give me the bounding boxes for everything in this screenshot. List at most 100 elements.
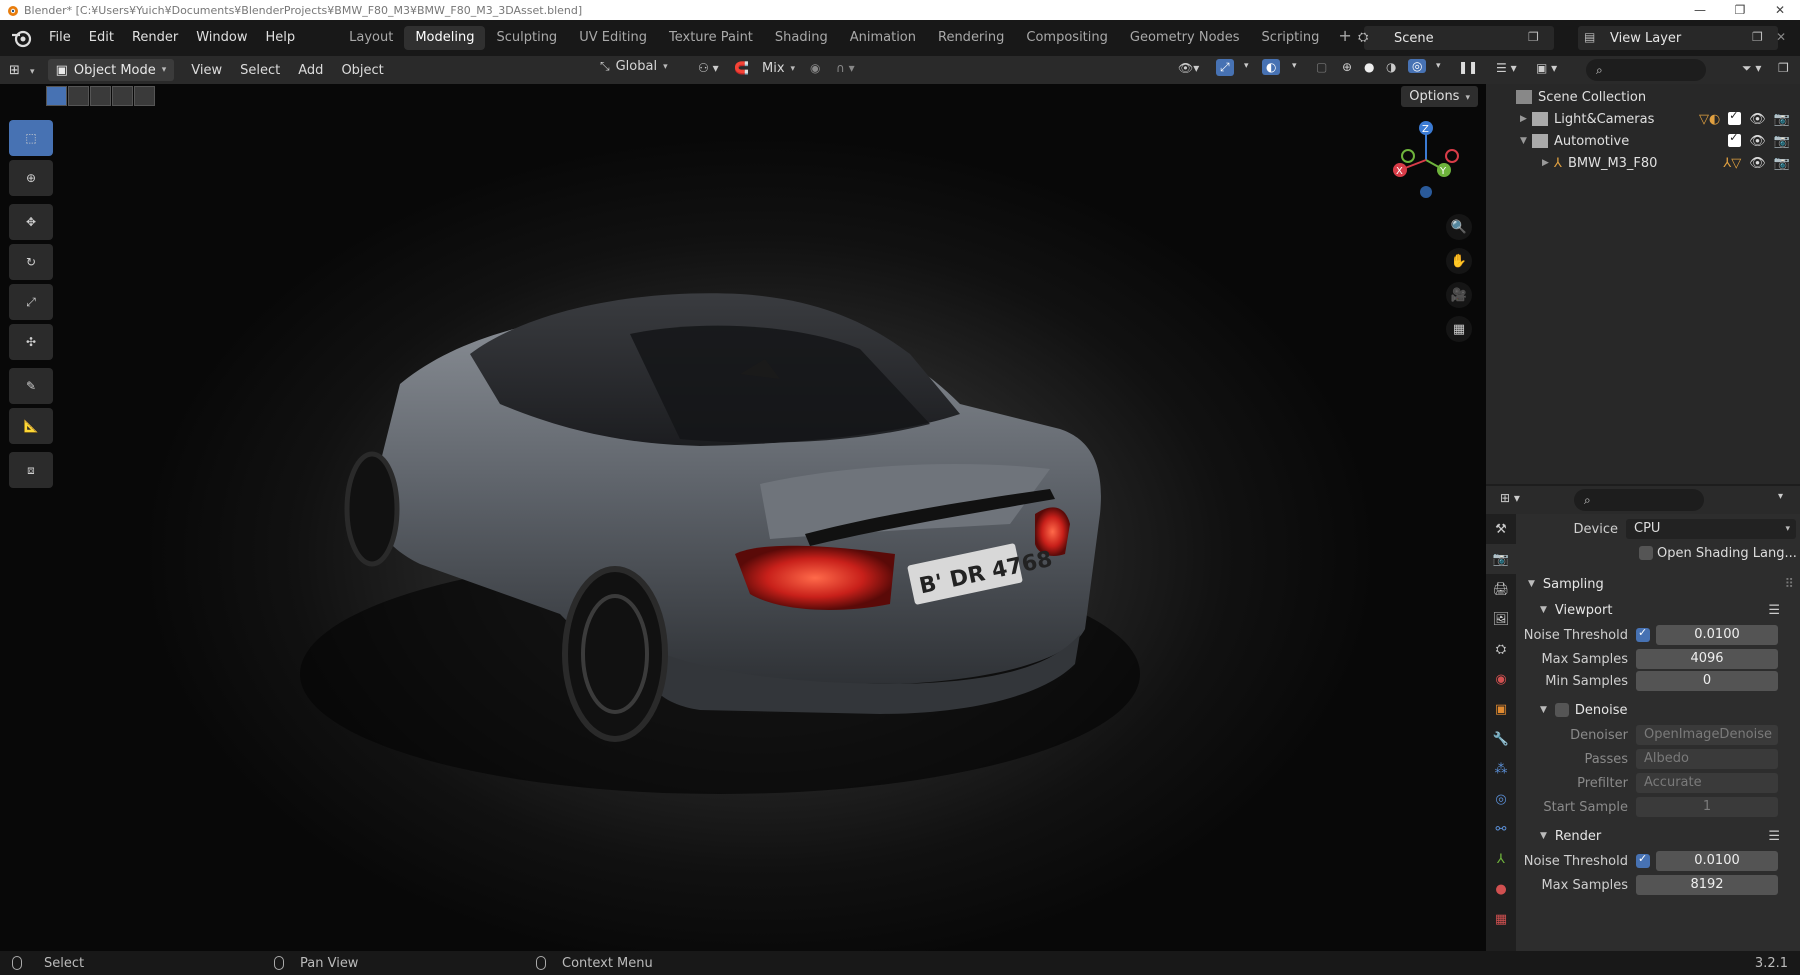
shading-dropdown-icon[interactable]: ▾ xyxy=(1436,61,1441,71)
pause-render-icon[interactable]: ❚❚ xyxy=(1458,60,1478,74)
menu-edit[interactable]: Edit xyxy=(80,20,123,56)
camera-view-icon[interactable]: 🎥 xyxy=(1446,282,1472,308)
add-cube-tool-icon[interactable]: ⧈ xyxy=(9,452,53,488)
camera-render-icon[interactable]: 📷 xyxy=(1774,134,1790,149)
options-dropdown[interactable]: Options ▾ xyxy=(1401,86,1478,107)
prefilter-dropdown[interactable]: Accurate xyxy=(1636,773,1778,793)
tab-shading[interactable]: Shading xyxy=(764,26,839,50)
tab-uv-editing[interactable]: UV Editing xyxy=(568,26,658,50)
rendered-shading-icon[interactable]: ◎ xyxy=(1408,59,1427,73)
transform-orientation[interactable]: ⤡ Global ▾ xyxy=(600,59,668,74)
cursor-tool-icon[interactable]: ⊕ xyxy=(9,160,53,196)
menu-object[interactable]: Object xyxy=(332,63,392,78)
snap-mode[interactable]: Mix ▾ xyxy=(762,61,795,76)
add-workspace-icon[interactable]: + xyxy=(1330,26,1359,50)
perspective-grid-icon[interactable]: ▦ xyxy=(1446,316,1472,342)
outliner-editor-icon[interactable]: ☰ ▾ xyxy=(1496,61,1517,75)
zoom-icon[interactable]: 🔍 xyxy=(1446,214,1472,240)
proportional-edit-icon[interactable]: ◉ xyxy=(810,61,820,75)
pan-hand-icon[interactable]: ✋ xyxy=(1446,248,1472,274)
select-extend-icon[interactable] xyxy=(68,86,89,106)
tab-geometry-nodes[interactable]: Geometry Nodes xyxy=(1119,26,1251,50)
denoiser-dropdown[interactable]: OpenImageDenoise xyxy=(1636,725,1778,745)
select-box-tool-icon[interactable]: ⬚ xyxy=(9,120,53,156)
tab-animation[interactable]: Animation xyxy=(839,26,927,50)
camera-render-icon[interactable]: 📷 xyxy=(1774,112,1790,127)
filter-icon[interactable]: ⏷ ▾ xyxy=(1742,61,1761,76)
scene-browse-icon[interactable]: ⛭ xyxy=(1358,30,1368,45)
max-samples-field[interactable]: 4096 xyxy=(1636,649,1778,669)
presets-icon[interactable]: ☰ xyxy=(1768,603,1780,618)
render-tab-icon[interactable]: 📷 xyxy=(1486,544,1516,574)
tab-texture-paint[interactable]: Texture Paint xyxy=(658,26,764,50)
move-tool-icon[interactable]: ✥ xyxy=(9,204,53,240)
tab-layout[interactable]: Layout xyxy=(338,26,404,50)
camera-render-icon[interactable]: 📷 xyxy=(1774,156,1790,171)
view-layer-icon[interactable]: ▤ xyxy=(1584,30,1595,44)
gizmo-dropdown-icon[interactable]: ▾ xyxy=(1244,61,1249,71)
properties-editor-icon[interactable]: ⊞ ▾ xyxy=(1500,491,1520,505)
texture-tab-icon[interactable]: ▦ xyxy=(1486,904,1516,934)
visibility-icon[interactable]: 👁▾ xyxy=(1178,61,1199,75)
denoise-subpanel-header[interactable]: ▼ Denoise xyxy=(1516,697,1800,723)
select-subtract-icon[interactable] xyxy=(90,86,111,106)
expand-arrow-icon[interactable]: ▶ xyxy=(1542,158,1554,168)
scene-tab-icon[interactable]: ⛭ xyxy=(1486,634,1516,664)
osl-checkbox[interactable] xyxy=(1639,546,1653,560)
denoise-checkbox[interactable] xyxy=(1554,703,1569,717)
overlay-icon[interactable]: ◐ xyxy=(1262,59,1281,75)
view-layer-tab-icon[interactable]: 🖼 xyxy=(1486,604,1516,634)
properties-search-input[interactable]: ⌕ xyxy=(1574,489,1704,511)
outliner-row-automotive[interactable]: ▼ Automotive 👁 📷 xyxy=(1486,130,1800,152)
xray-icon[interactable]: ▢ xyxy=(1316,60,1327,74)
navigation-gizmo[interactable]: Z Y X xyxy=(1386,120,1466,200)
new-collection-icon[interactable]: ❐ xyxy=(1778,61,1789,75)
measure-tool-icon[interactable]: 📐 xyxy=(9,408,53,444)
render-subpanel-header[interactable]: ▼ Render ☰ xyxy=(1516,823,1800,849)
data-tab-icon[interactable]: ⅄ xyxy=(1486,844,1516,874)
view-layer-selector[interactable]: View Layer xyxy=(1578,26,1778,50)
eye-icon[interactable]: 👁 xyxy=(1749,112,1766,127)
minimize-icon[interactable]: — xyxy=(1680,0,1720,20)
tab-compositing[interactable]: Compositing xyxy=(1015,26,1119,50)
tool-tab-icon[interactable]: ⚒ xyxy=(1486,514,1516,544)
drag-handle-icon[interactable]: ⠿ xyxy=(1784,577,1794,592)
particles-tab-icon[interactable]: ⁂ xyxy=(1486,754,1516,784)
object-tab-icon[interactable]: ▣ xyxy=(1486,694,1516,724)
material-shading-icon[interactable]: ◑ xyxy=(1386,60,1396,74)
overlay-dropdown-icon[interactable]: ▾ xyxy=(1292,61,1297,71)
world-tab-icon[interactable]: ◉ xyxy=(1486,664,1516,694)
blender-menu-icon[interactable] xyxy=(10,27,32,49)
transform-tool-icon[interactable]: ✣ xyxy=(9,324,53,360)
material-tab-icon[interactable]: ● xyxy=(1486,874,1516,904)
constraints-tab-icon[interactable]: ⚯ xyxy=(1486,814,1516,844)
select-invert-icon[interactable] xyxy=(112,86,133,106)
menu-select[interactable]: Select xyxy=(231,63,289,78)
tab-scripting[interactable]: Scripting xyxy=(1251,26,1331,50)
menu-add[interactable]: Add xyxy=(289,63,332,78)
rotate-tool-icon[interactable]: ↻ xyxy=(9,244,53,280)
physics-tab-icon[interactable]: ◎ xyxy=(1486,784,1516,814)
viewport-subpanel-header[interactable]: ▼ Viewport ☰ xyxy=(1516,597,1800,623)
editor-type-icon[interactable]: ⊞ ▾ xyxy=(0,63,44,78)
noise-threshold-field[interactable]: 0.0100 xyxy=(1656,851,1778,871)
tab-rendering[interactable]: Rendering xyxy=(927,26,1015,50)
menu-render[interactable]: Render xyxy=(123,20,187,56)
properties-options-icon[interactable]: ▾ xyxy=(1778,491,1783,502)
menu-view[interactable]: View xyxy=(182,63,231,78)
tab-sculpting[interactable]: Sculpting xyxy=(485,26,568,50)
menu-file[interactable]: File xyxy=(40,20,80,56)
collapse-arrow-icon[interactable]: ▼ xyxy=(1520,136,1532,146)
pivot-icon[interactable]: ⚇ ▾ xyxy=(698,61,719,75)
sampling-panel-header[interactable]: ▼ Sampling ⠿ xyxy=(1516,571,1800,597)
falloff-icon[interactable]: ∩ ▾ xyxy=(836,61,855,75)
select-new-icon[interactable] xyxy=(46,86,67,106)
snap-icon[interactable]: 🧲 xyxy=(734,61,749,75)
menu-help[interactable]: Help xyxy=(257,20,305,56)
noise-threshold-field[interactable]: 0.0100 xyxy=(1656,625,1778,645)
new-scene-icon[interactable]: ❐ xyxy=(1528,30,1539,44)
output-tab-icon[interactable]: 🖨 xyxy=(1486,574,1516,604)
new-view-layer-icon[interactable]: ❐ xyxy=(1752,30,1763,44)
start-sample-field[interactable]: 1 xyxy=(1636,797,1778,817)
exclude-checkbox[interactable] xyxy=(1728,131,1742,147)
